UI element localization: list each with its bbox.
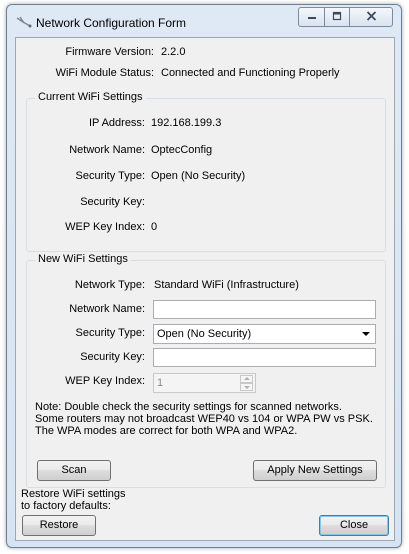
current-network-name-label: Network Name: — [69, 144, 145, 156]
current-security-key-label: Security Key: — [80, 196, 145, 208]
wifi-module-status-label: WiFi Module Status: — [55, 67, 154, 79]
current-wifi-settings-group: Current WiFi Settings IP Address: 192.16… — [26, 91, 386, 252]
current-wifi-settings-title: Current WiFi Settings — [35, 91, 146, 103]
network-name-label: Network Name: — [69, 303, 145, 315]
current-security-type-value: Open (No Security) — [151, 170, 246, 182]
minimize-icon — [307, 11, 317, 23]
wifi-module-status-value: Connected and Functioning Properly — [161, 67, 340, 79]
minimize-button[interactable] — [298, 7, 325, 27]
network-type-label: Network Type: — [74, 279, 145, 291]
stepper-down-button[interactable] — [240, 383, 253, 391]
title-bar[interactable]: Network Configuration Form — [7, 5, 401, 37]
wep-key-index-stepper[interactable]: 1 — [153, 373, 256, 393]
ip-address-label: IP Address: — [88, 117, 145, 129]
security-note: Note: Double check the security settings… — [35, 401, 373, 437]
apply-new-settings-button[interactable]: Apply New Settings — [253, 460, 377, 481]
current-security-type-label: Security Type: — [75, 170, 146, 182]
network-name-input[interactable] — [153, 300, 376, 319]
security-type-select[interactable]: Open (No Security) — [153, 324, 376, 344]
wep-key-index-value: 1 — [157, 377, 164, 389]
security-key-input[interactable] — [153, 348, 376, 367]
network-type-value: Standard WiFi (Infrastructure) — [154, 279, 299, 291]
maximize-icon — [332, 11, 342, 24]
window-title: Network Configuration Form — [36, 16, 187, 30]
security-type-label: Security Type: — [75, 327, 146, 339]
restore-button[interactable]: Restore — [22, 515, 96, 536]
firmware-version-label: Firmware Version: — [65, 46, 154, 58]
close-button[interactable]: Close — [319, 515, 389, 536]
close-icon — [366, 10, 377, 24]
caption-buttons — [298, 7, 393, 27]
chevron-down-icon — [362, 332, 370, 336]
security-key-label: Security Key: — [80, 351, 145, 363]
restore-instructions: Restore WiFi settings to factory default… — [21, 488, 126, 512]
close-window-button[interactable] — [350, 7, 393, 27]
security-type-selected: Open (No Security) — [157, 328, 252, 340]
scan-button[interactable]: Scan — [37, 460, 111, 481]
ip-address-value: 192.168.199.3 — [151, 117, 222, 129]
network-configuration-window: Network Configuration Form Firmware Vers… — [6, 4, 402, 548]
current-network-name-value: OptecConfig — [151, 144, 213, 156]
current-wep-key-index-value: 0 — [151, 221, 158, 233]
stepper-up-button[interactable] — [240, 375, 253, 383]
maximize-button[interactable] — [325, 7, 350, 27]
new-wifi-settings-group: New WiFi Settings Network Type: Standard… — [26, 253, 386, 488]
stepper-arrows — [240, 375, 253, 391]
wep-key-index-label: WEP Key Index: — [65, 375, 145, 387]
network-tool-icon — [16, 16, 32, 28]
current-wep-key-index-label: WEP Key Index: — [65, 221, 145, 233]
firmware-version-value: 2.2.0 — [161, 46, 186, 58]
form-client-area: Firmware Version: 2.2.0 WiFi Module Stat… — [15, 37, 395, 541]
new-wifi-settings-title: New WiFi Settings — [35, 253, 131, 265]
